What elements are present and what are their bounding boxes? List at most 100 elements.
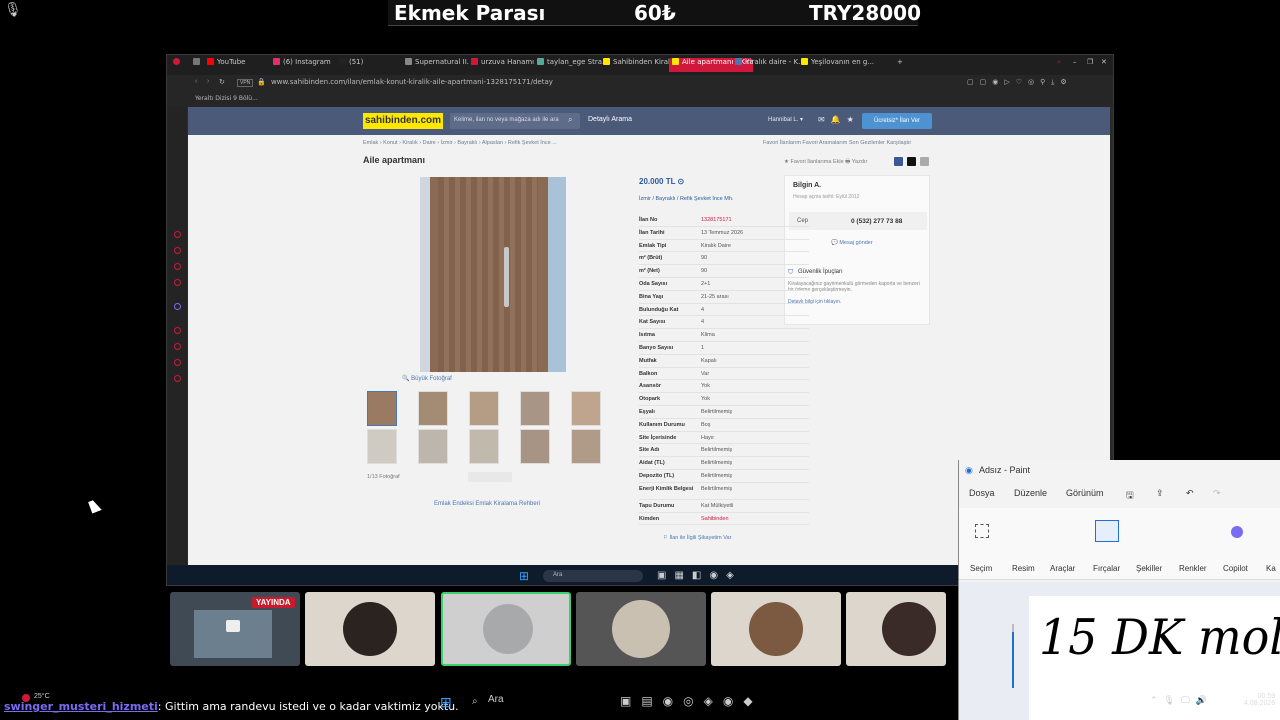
vpn-badge[interactable]: VPN [237, 79, 254, 87]
detail-row: Banyo Sayısı 1 [639, 342, 809, 355]
participant-tile-speaking[interactable] [441, 592, 571, 666]
group-tools[interactable]: Araçlar [1050, 564, 1075, 573]
participant-tile[interactable] [846, 592, 946, 666]
footer-links[interactable]: Emlak Endeksi Emlak Kiralama Rehberi [434, 501, 540, 507]
header-icons[interactable]: ✉🔔★ [818, 115, 860, 124]
avatar [749, 602, 803, 656]
photo-pager[interactable] [468, 472, 512, 482]
location-breadcrumb[interactable]: İzmir / Bayraklı / Refik Şevket İnce Mh. [639, 196, 733, 202]
sidebar-icon[interactable] [174, 359, 181, 366]
sidebar-icon[interactable] [174, 279, 181, 286]
group-shapes[interactable]: Şekiller [1136, 564, 1162, 573]
detail-row: İlan No 1328175171 [639, 214, 809, 227]
menu-icon[interactable] [173, 58, 183, 72]
tray-icons[interactable]: ⌃🎙🖵🔊 [1150, 695, 1213, 706]
send-message-link[interactable]: 💬 Mesaj gönder [831, 240, 873, 246]
sidebar-icon[interactable] [174, 303, 181, 310]
avatar [343, 602, 397, 656]
tab-strip-icon[interactable] [193, 58, 203, 72]
save-icon[interactable]: 🖫 [1126, 488, 1134, 504]
advanced-search-link[interactable]: Detaylı Arama [588, 116, 632, 123]
photo-thumbnail[interactable] [418, 391, 448, 426]
tab-favicon-icon [471, 58, 478, 65]
group-image[interactable]: Resim [1012, 564, 1035, 573]
back-icon[interactable]: ‹ [195, 78, 197, 85]
redo-icon[interactable]: ↷ [1213, 488, 1221, 499]
site-logo[interactable]: sahibinden.com [363, 113, 443, 129]
address-bar: ‹ › ↻ VPN 🔒 www.sahibinden.com/ilan/emla… [167, 75, 1113, 93]
group-brushes[interactable]: Fırçalar [1093, 564, 1120, 573]
group-colors[interactable]: Renkler [1179, 564, 1207, 573]
reload-icon[interactable]: ↻ [219, 78, 225, 86]
close-icon[interactable]: ✕ [1101, 58, 1111, 72]
sidebar-icon[interactable] [174, 263, 181, 270]
search-icon[interactable]: ⌕ [1057, 58, 1067, 72]
search-icon[interactable]: ⌕ [568, 115, 572, 125]
forward-icon[interactable]: › [207, 78, 209, 85]
sidebar-icon[interactable] [174, 247, 181, 254]
photo-thumbnail[interactable] [367, 429, 397, 464]
url-field[interactable]: www.sahibinden.com/ilan/emlak-konut-kira… [271, 78, 553, 86]
menu-edit[interactable]: Düzenle [1014, 488, 1047, 498]
account-links[interactable]: Favori İlanlarım Favori Aramalarım Son G… [763, 140, 911, 146]
photo-thumbnail[interactable] [520, 391, 550, 426]
photo-thumbnail[interactable] [469, 429, 499, 464]
sidebar-icon[interactable] [174, 231, 181, 238]
favorite-print-row[interactable]: ★ Favori İlanlarıma Ekle 🖶 Yazdır [784, 158, 867, 167]
taskbar-search[interactable]: Ara [488, 694, 504, 705]
menu-file[interactable]: Dosya [969, 488, 995, 498]
copilot-icon[interactable] [1231, 526, 1243, 538]
photo-thumbnail[interactable] [469, 391, 499, 426]
sidebar-icon[interactable] [174, 327, 181, 334]
search-icon[interactable]: ⌕ [472, 696, 478, 707]
inner-search-input[interactable]: Ara [543, 570, 643, 582]
sidebar-icon[interactable] [174, 375, 181, 382]
site-search-input[interactable]: Kelime, ilan no veya mağaza adı ile ara [450, 113, 580, 129]
participant-tile[interactable] [576, 592, 706, 666]
windows-start-icon[interactable]: ⊞ [440, 694, 452, 711]
seller-name[interactable]: Bilgin A. [793, 182, 821, 189]
detail-key: Aidat (TL) [639, 460, 665, 467]
group-selection[interactable]: Seçim [970, 564, 992, 573]
photo-thumbnail[interactable] [520, 429, 550, 464]
selection-icon[interactable] [975, 524, 989, 538]
new-tab-button[interactable]: + [897, 58, 909, 72]
big-photo-link[interactable]: 🔍 Büyük Fotoğraf [402, 375, 452, 382]
report-link[interactable]: ⚐ İlan ile İlgili Şikayetim Var [663, 535, 731, 541]
share-icon[interactable]: ⇪ [1156, 488, 1164, 499]
clock[interactable]: 00:59 4.08.2026 [1244, 693, 1275, 707]
menu-view[interactable]: Görünüm [1066, 488, 1104, 498]
undo-icon[interactable]: ↶ [1186, 488, 1194, 499]
brush-icon[interactable] [1095, 520, 1119, 542]
sidebar-icon[interactable] [174, 343, 181, 350]
detail-row: Kullanım Durumu Boş [639, 419, 809, 432]
photo-thumbnail[interactable] [367, 391, 397, 426]
photo-thumbnail[interactable] [571, 429, 601, 464]
participant-tile[interactable] [711, 592, 841, 666]
facebook-icon[interactable] [894, 157, 903, 166]
photo-thumbnail[interactable] [571, 391, 601, 426]
maximize-icon[interactable]: ❐ [1087, 58, 1097, 72]
detail-row: Enerji Kimlik Belgesi Belirtilmemiş [639, 483, 809, 500]
breadcrumb[interactable]: Emlak › Konut › Kiralık › Daire › İzmir … [363, 140, 557, 146]
mail-icon[interactable] [920, 157, 929, 166]
minimize-icon[interactable]: – [1073, 58, 1083, 72]
browser-tab[interactable]: Yeşilovanın en g... [801, 58, 885, 72]
photo-thumbnail[interactable] [418, 429, 448, 464]
x-icon[interactable] [907, 157, 916, 166]
taskbar-apps[interactable]: ▣▤◉◎◈◉◆ [620, 694, 763, 708]
banner-amount: 60₺ [634, 1, 676, 25]
participant-tile[interactable] [305, 592, 435, 666]
inner-taskbar-apps[interactable]: ▣▦◧◉◈ [657, 570, 742, 581]
post-ad-button[interactable]: Ücretsiz* İlan Ver [862, 113, 932, 129]
bookmark-item[interactable]: Yeraltı Dizisi 9 Bölü... [195, 95, 258, 102]
windows-start-icon[interactable]: ⊞ [519, 569, 529, 583]
detail-row: m² (Brüt) 90 [639, 252, 809, 266]
temperature: 25°C [34, 693, 50, 700]
user-menu[interactable]: Hannibal L. ▾ [768, 116, 803, 123]
group-copilot[interactable]: Copilot [1223, 564, 1248, 573]
extension-icons[interactable]: ▢▢◉▷♡◎⚲⤓⚙ [967, 78, 1073, 87]
main-photo[interactable] [420, 177, 566, 372]
group-layers[interactable]: Ka [1266, 564, 1276, 573]
chat-username[interactable]: swinger_musteri_hizmeti [4, 700, 158, 713]
